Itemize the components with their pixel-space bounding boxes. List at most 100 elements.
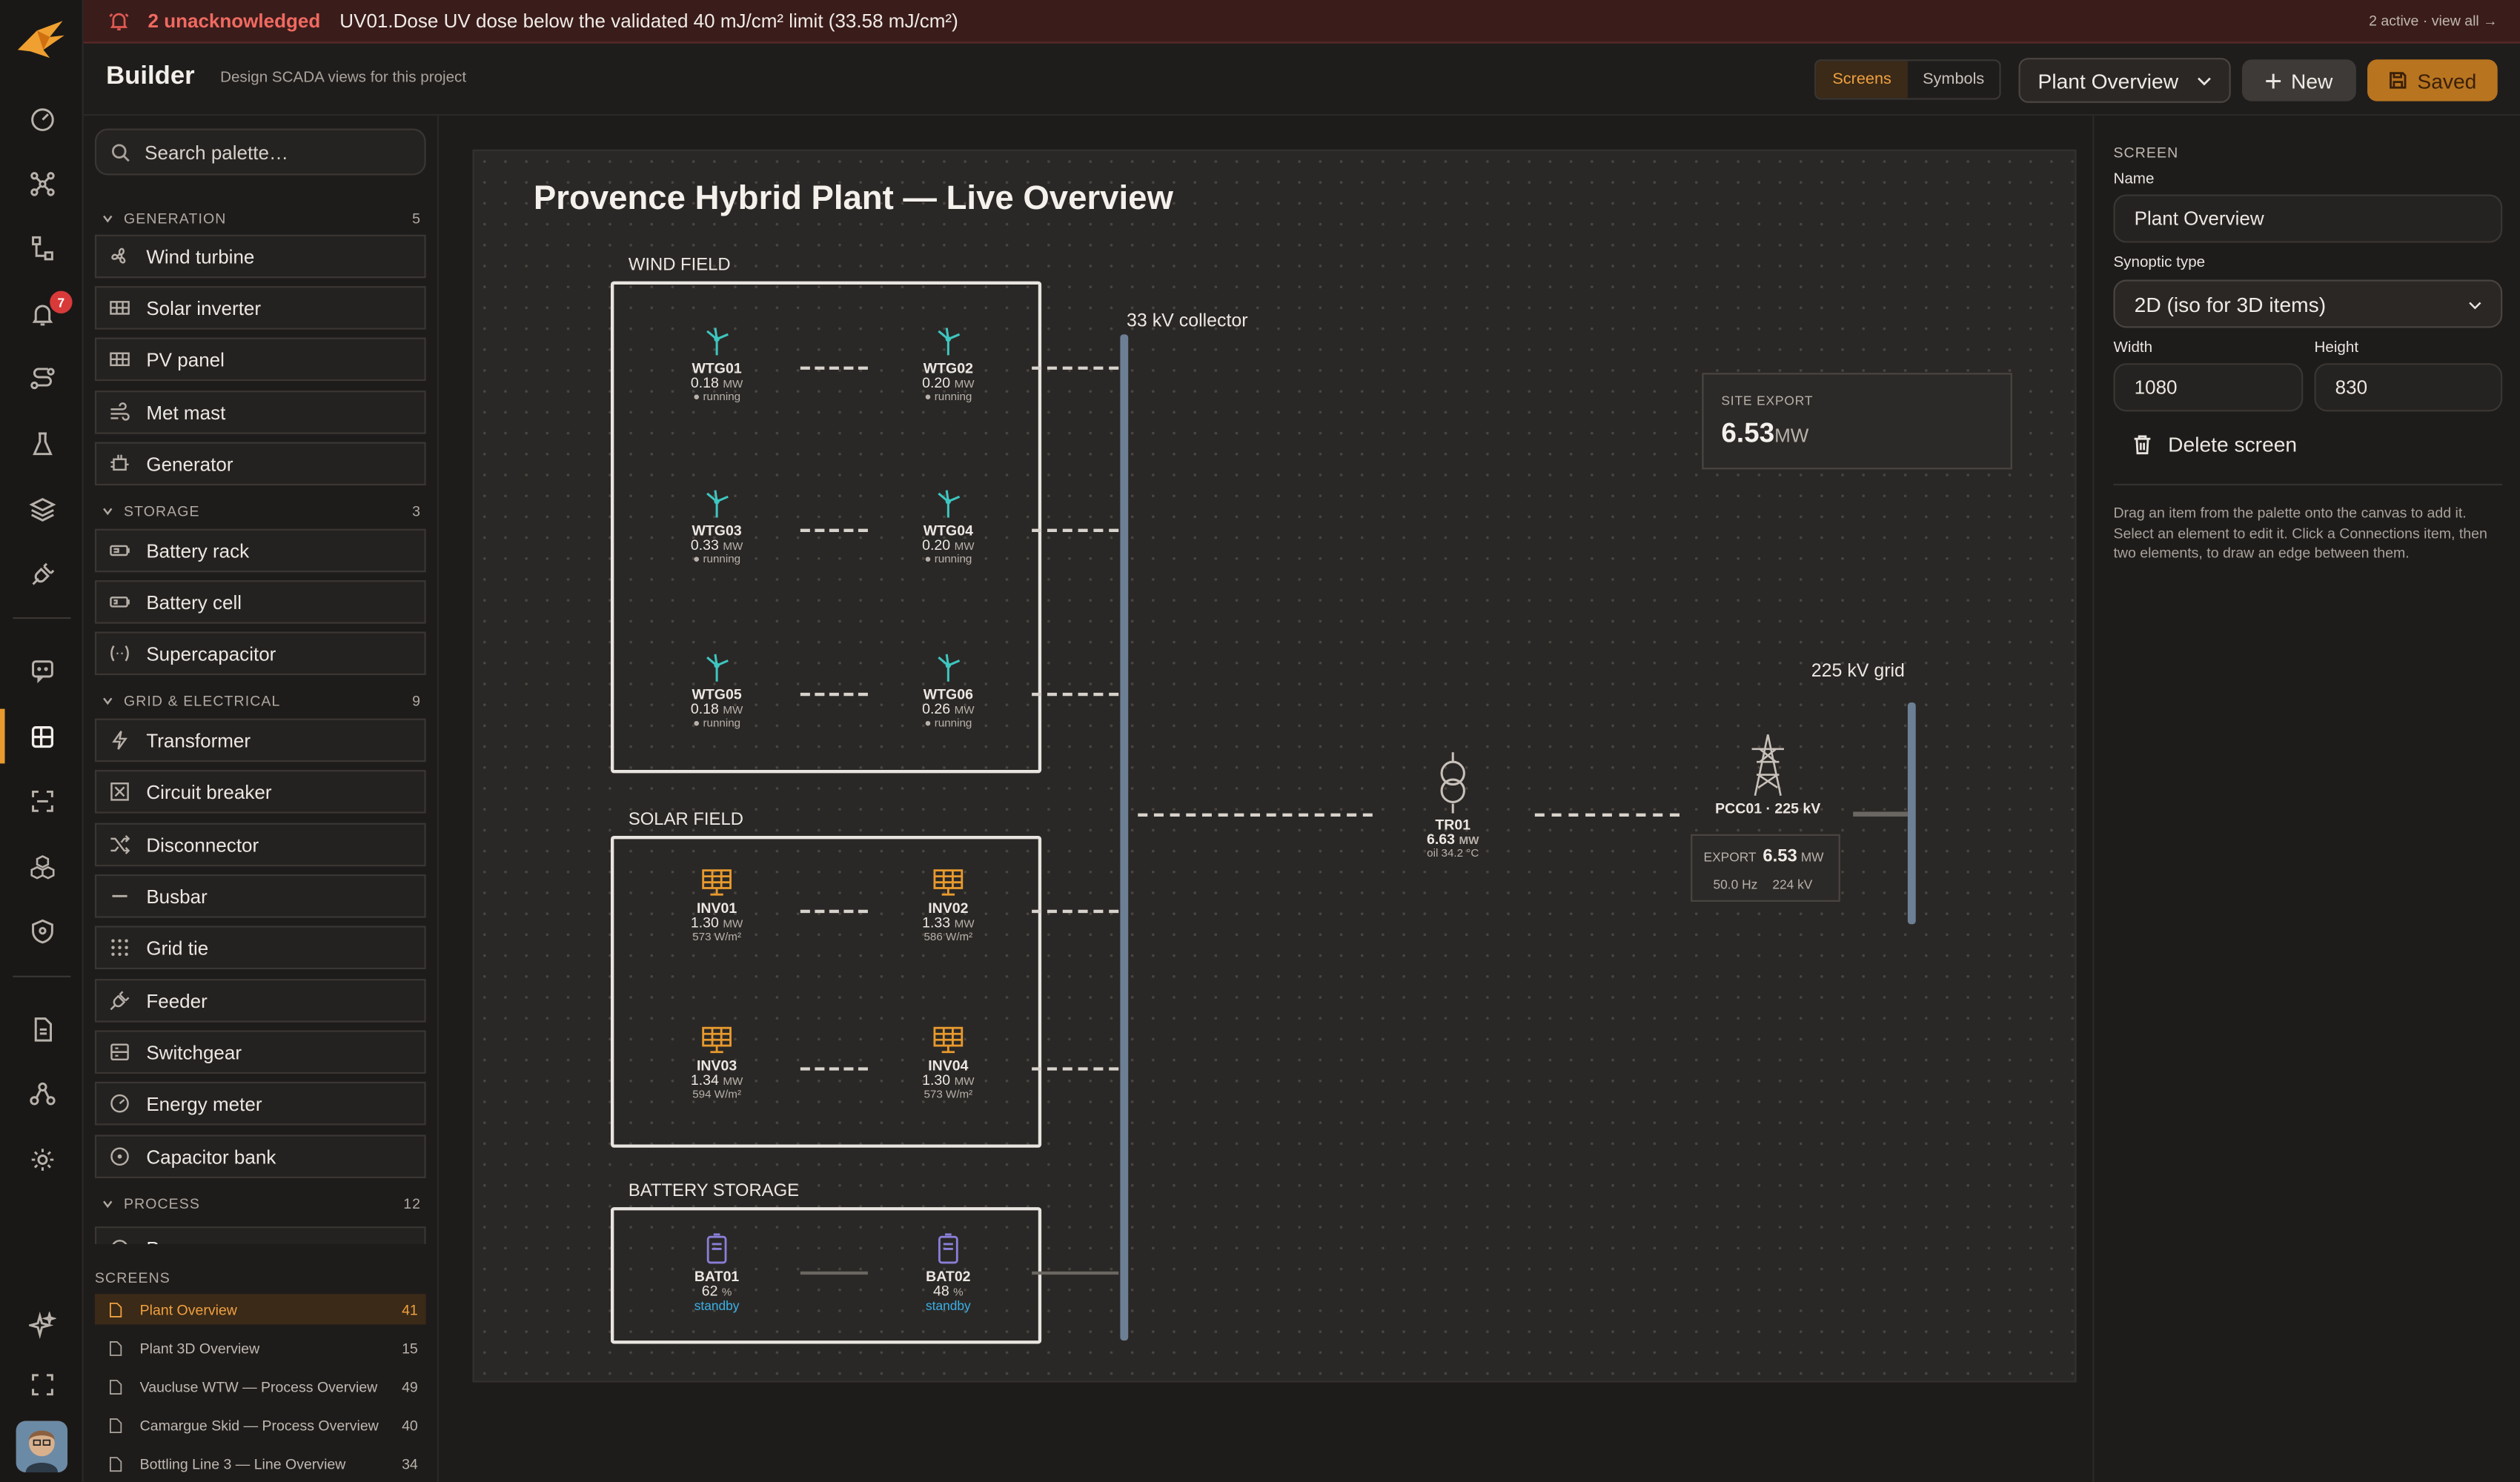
palette-item-battery-rack[interactable]: Battery rack [94, 528, 426, 573]
connection-edge[interactable] [1534, 813, 1680, 817]
screen-item-camargue-skid[interactable]: Camargue Skid — Process Overview 40 [95, 1409, 426, 1440]
synoptic-canvas[interactable]: Provence Hybrid Plant — Live Overview WI… [472, 149, 2077, 1383]
palette-item-battery-cell[interactable]: Battery cell [94, 580, 426, 624]
view-all-alarms-link[interactable]: 2 active · view all → [2369, 13, 2498, 29]
app-logo-icon[interactable] [15, 15, 70, 63]
cubes-icon[interactable] [21, 845, 62, 887]
palette-item-solar-inverter[interactable]: Solar inverter [94, 286, 426, 330]
gear-icon[interactable] [21, 1138, 62, 1180]
collector-label[interactable]: 33 kV collector [1127, 312, 1248, 331]
connection-edge[interactable] [1032, 1271, 1119, 1275]
palette-item-capacitor-bank[interactable]: Capacitor bank [94, 1134, 426, 1179]
turbine-wtg02[interactable]: WTG02 0.20 MW ● running [892, 325, 1004, 405]
connection-edge[interactable] [1032, 692, 1119, 697]
synoptic-type-select[interactable]: 2D (iso for 3D items) [2113, 279, 2503, 328]
connection-edge[interactable] [1032, 528, 1119, 533]
palette-item-supercapacitor[interactable]: Supercapacitor [94, 631, 426, 676]
scan-icon[interactable] [21, 780, 62, 821]
builder-icon[interactable] [21, 715, 62, 757]
palette-item-feeder[interactable]: Feeder [94, 979, 426, 1023]
palette-item-transformer[interactable]: Transformer [94, 718, 426, 762]
battery-bat02[interactable]: BAT02 48 % standby [892, 1233, 1004, 1313]
palette-item-switchgear[interactable]: Switchgear [94, 1030, 426, 1074]
connection-edge[interactable] [800, 1067, 868, 1071]
site-export-card[interactable]: SITE EXPORT 6.53MW [1702, 373, 2012, 470]
connection-edge[interactable] [800, 692, 868, 697]
connection-edge[interactable] [1032, 909, 1119, 914]
network-icon[interactable] [21, 1072, 62, 1114]
screen-item-bottling-line-3[interactable]: Bottling Line 3 — Line Overview 34 [95, 1448, 426, 1478]
saved-button[interactable]: Saved [2367, 59, 2498, 102]
connection-edge[interactable] [800, 909, 868, 914]
connection-edge[interactable] [1853, 811, 1908, 817]
turbine-wtg01[interactable]: WTG01 0.18 MW ● running [660, 325, 773, 405]
unacknowledged-count[interactable]: 2 unacknowledged [147, 10, 320, 32]
width-input[interactable]: 1080 [2113, 363, 2304, 412]
palette-item-wind-turbine[interactable]: Wind turbine [94, 234, 426, 279]
connection-edge[interactable] [800, 366, 868, 370]
palette-item-generator[interactable]: Generator [94, 442, 426, 486]
palette-item-disconnector[interactable]: Disconnector [94, 823, 426, 867]
collector-busbar[interactable] [1120, 334, 1129, 1341]
turbine-wtg06[interactable]: WTG06 0.26 MW ● running [892, 651, 1004, 731]
connection-edge[interactable] [800, 1271, 868, 1275]
palette-search-input[interactable]: Search palette… [94, 128, 426, 176]
sparkle-icon[interactable] [21, 1303, 62, 1345]
turbine-wtg04[interactable]: WTG04 0.20 MW ● running [892, 487, 1004, 567]
category-storage[interactable]: STORAGE 3 [95, 498, 426, 524]
palette-item-pump[interactable]: Pump [94, 1226, 426, 1244]
routes-icon[interactable] [21, 357, 62, 399]
inverter-inv03[interactable]: INV03 1.34 MW 594 W/m² [660, 1026, 773, 1103]
fullscreen-icon[interactable] [21, 1363, 62, 1404]
screen-select[interactable]: Plant Overview [2018, 58, 2231, 103]
palette-item-busbar[interactable]: Busbar [94, 874, 426, 918]
palette-item-met-mast[interactable]: Met mast [94, 391, 426, 434]
inverter-inv02[interactable]: INV02 1.33 MW 586 W/m² [892, 868, 1004, 945]
shield-icon[interactable] [21, 910, 62, 951]
new-screen-button[interactable]: New [2241, 59, 2356, 102]
inverter-inv01[interactable]: INV01 1.30 MW 573 W/m² [660, 868, 773, 945]
inverter-inv04[interactable]: INV04 1.30 MW 573 W/m² [892, 1026, 1004, 1103]
delete-screen-button[interactable]: Delete screen [2132, 433, 2297, 456]
hierarchy-icon[interactable] [21, 227, 62, 268]
grid-label[interactable]: 225 kV grid [1811, 662, 1905, 682]
palette-item-pv-panel[interactable]: PV panel [94, 337, 426, 382]
category-generation[interactable]: GENERATION 5 [95, 206, 426, 232]
grid-busbar[interactable] [1907, 702, 1916, 925]
connection-edge[interactable] [800, 528, 868, 533]
wind-field-label[interactable]: WIND FIELD [629, 256, 731, 275]
layers-icon[interactable] [21, 487, 62, 528]
user-avatar[interactable] [16, 1420, 68, 1472]
palette-item-grid-tie[interactable]: Grid tie [94, 926, 426, 970]
alarm-banner[interactable]: 2 unacknowledged UV01.Dose UV dose below… [83, 0, 2520, 44]
plug-icon[interactable] [21, 553, 62, 594]
battery-storage-label[interactable]: BATTERY STORAGE [629, 1181, 799, 1200]
connection-edge[interactable] [1032, 1067, 1119, 1071]
screen-item-plant-overview[interactable]: Plant Overview 41 [94, 1294, 426, 1325]
graph-icon[interactable] [21, 162, 62, 204]
pcc-pcc01[interactable]: PCC01 · 225 kV [1704, 733, 1832, 817]
screen-name-input[interactable]: Plant Overview [2113, 194, 2503, 243]
category-process[interactable]: PROCESS 12 [95, 1191, 426, 1217]
screen-item-plant-3d-overview[interactable]: Plant 3D Overview 15 [95, 1332, 426, 1363]
tab-screens[interactable]: Screens [1816, 61, 1908, 99]
height-input[interactable]: 830 [2314, 363, 2503, 412]
canvas-title[interactable]: Provence Hybrid Plant — Live Overview [534, 180, 1173, 219]
solar-field-label[interactable]: SOLAR FIELD [629, 810, 743, 829]
lab-flask-icon[interactable] [21, 422, 62, 464]
connection-edge[interactable] [1138, 813, 1373, 817]
turbine-wtg05[interactable]: WTG05 0.18 MW ● running [660, 651, 773, 731]
transformer-tr01[interactable]: TR01 6.63 MW oil 34.2 °C [1396, 752, 1509, 862]
category-grid-electrical[interactable]: GRID & ELECTRICAL 9 [95, 688, 426, 714]
turbine-wtg03[interactable]: WTG03 0.33 MW ● running [660, 487, 773, 567]
screen-item-vaucluse-wtw[interactable]: Vaucluse WTW — Process Overview 49 [95, 1371, 426, 1401]
pcc-export-card[interactable]: EXPORT 6.53 MW 50.0 Hz 224 kV [1691, 834, 1840, 902]
battery-bat01[interactable]: BAT01 62 % standby [660, 1233, 773, 1313]
tab-symbols[interactable]: Symbols [1908, 61, 2000, 98]
palette-item-energy-meter[interactable]: Energy meter [94, 1081, 426, 1126]
dashboard-icon[interactable] [21, 98, 62, 139]
palette-item-circuit-breaker[interactable]: Circuit breaker [94, 770, 426, 814]
connection-edge[interactable] [1032, 366, 1119, 370]
chat-icon[interactable] [21, 649, 62, 691]
document-icon[interactable] [21, 1008, 62, 1049]
